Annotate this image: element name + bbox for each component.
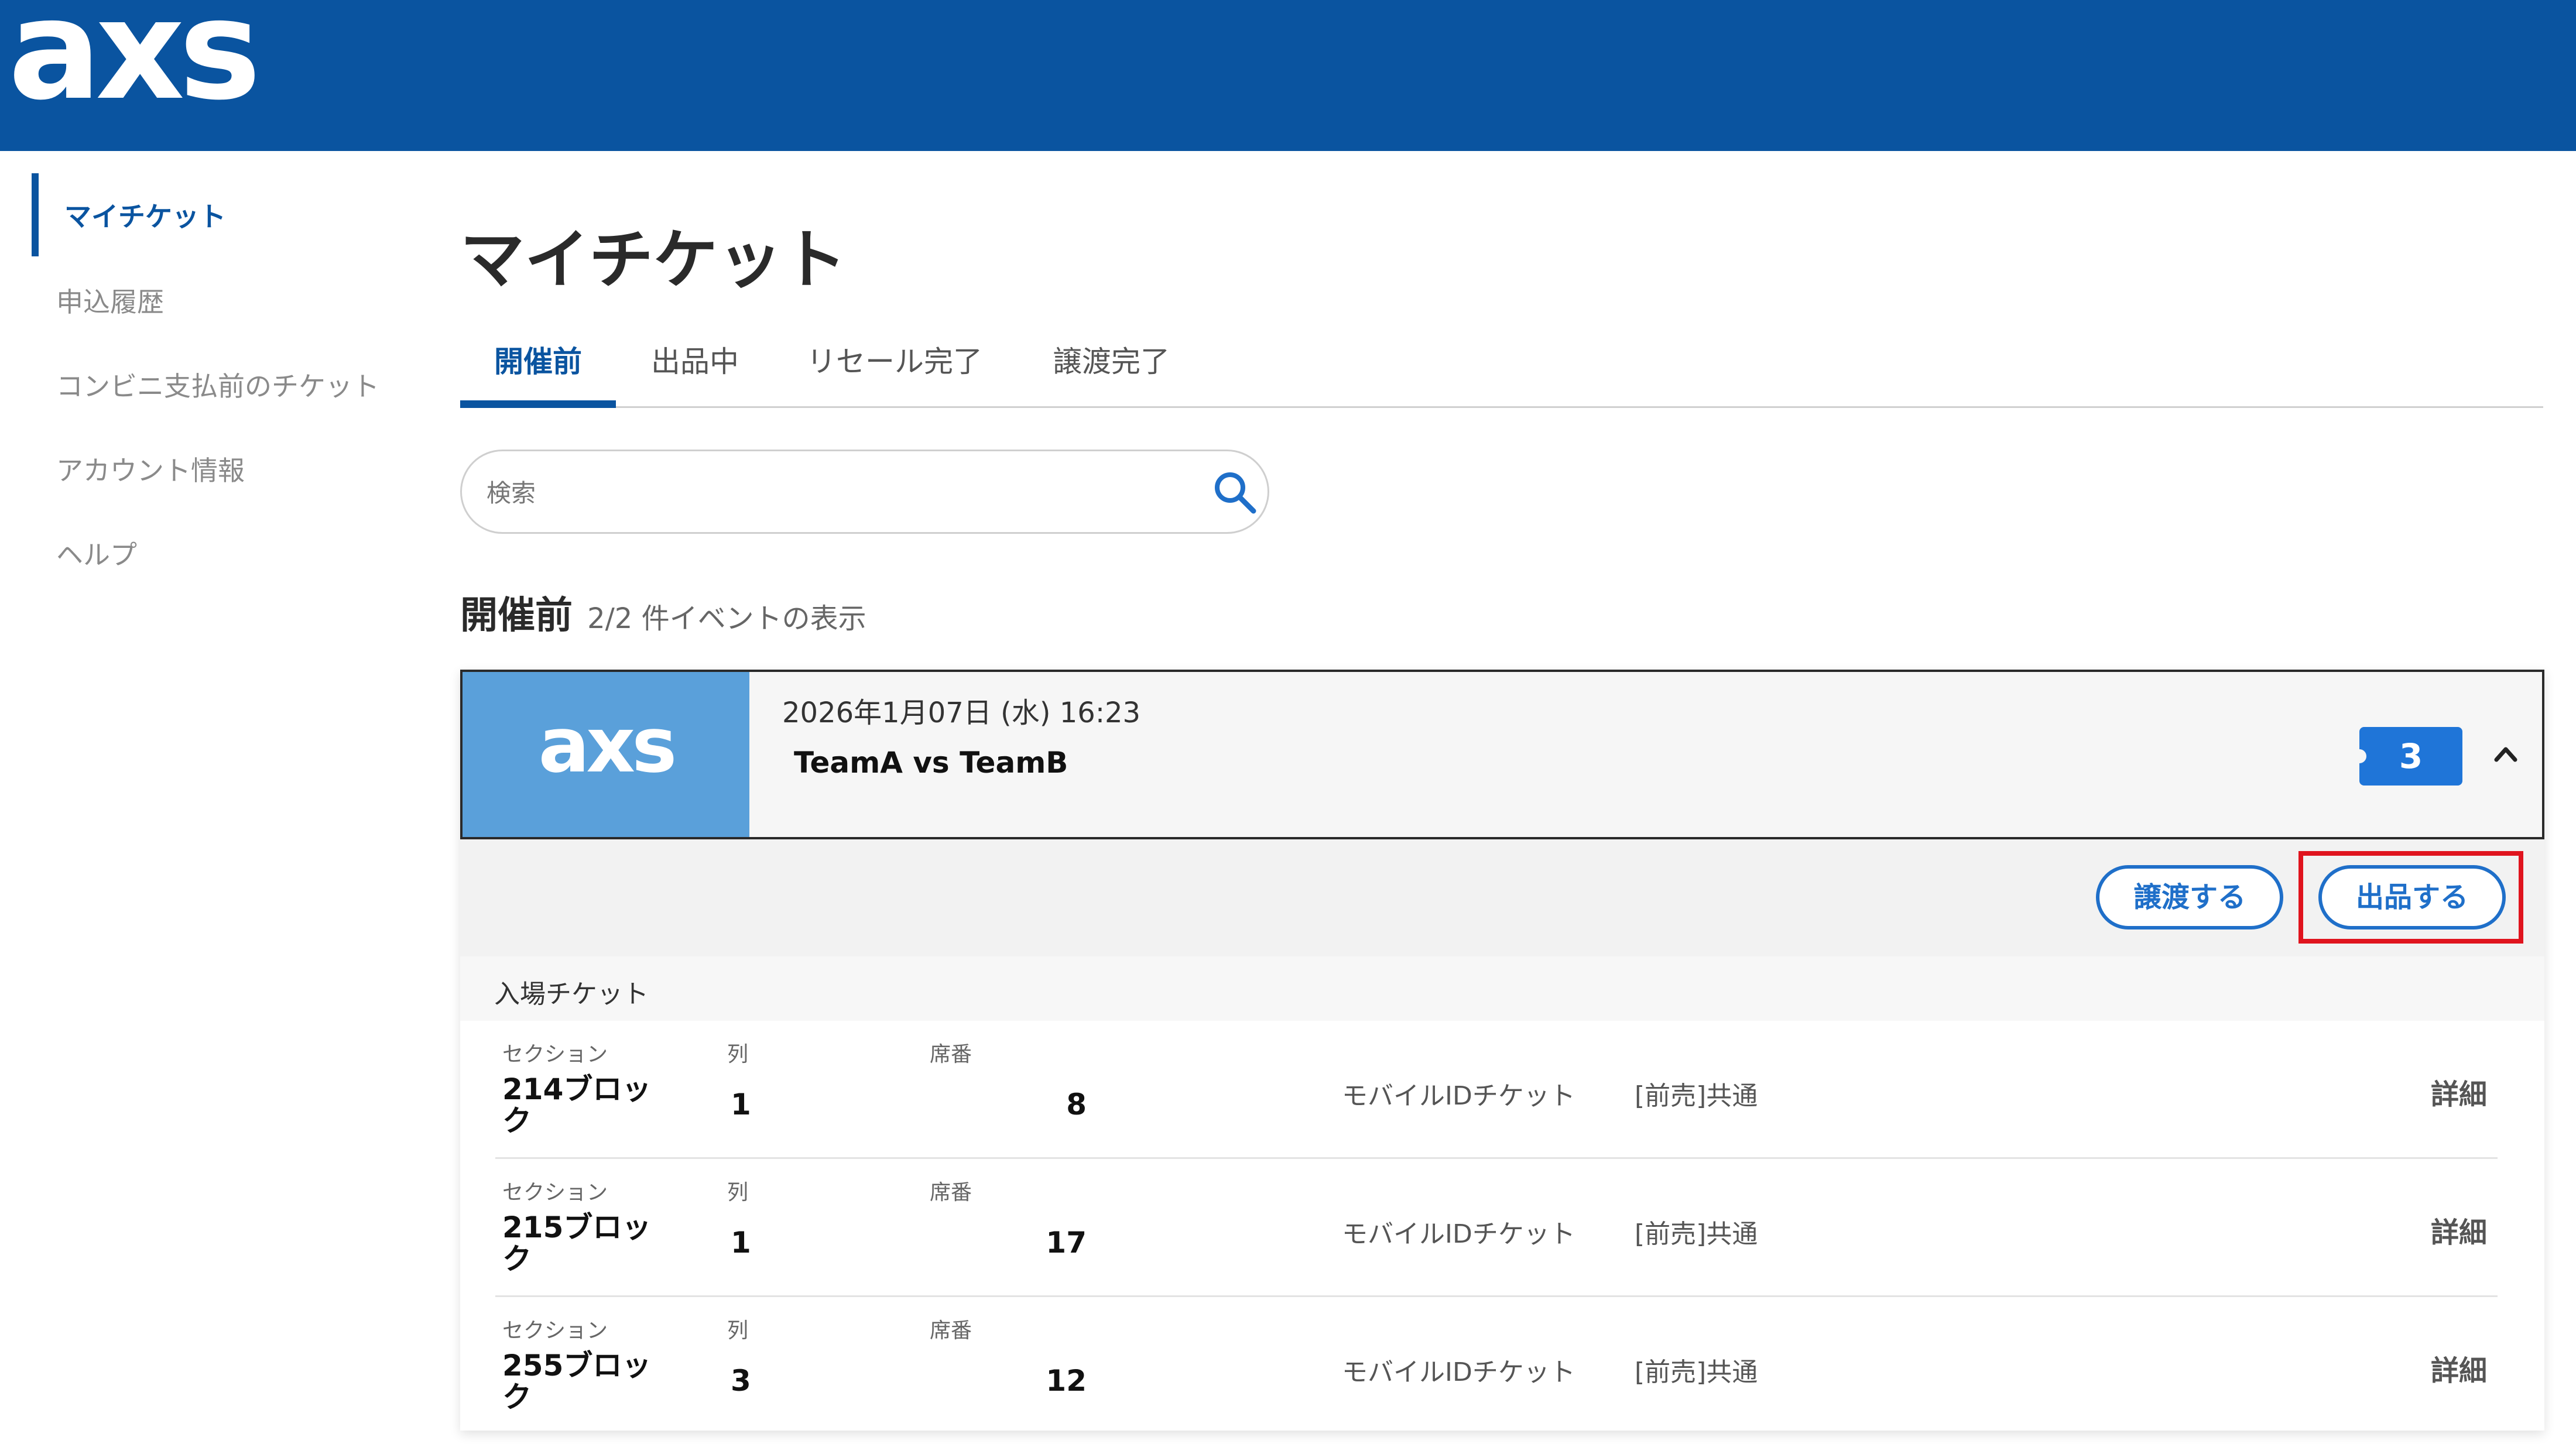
tab-listing[interactable]: 出品中: [651, 338, 739, 380]
search-icon[interactable]: [1211, 469, 1258, 516]
seat-label: 席番: [930, 1181, 972, 1205]
ticket-count-badge: 3: [2352, 727, 2462, 786]
sidebar-item-convenience-unpaid[interactable]: コンビニ支払前のチケット: [56, 365, 379, 404]
ticket-row: セクション 列 席番 214ブロック 1 8 モバイルIDチケット [前売]共通…: [460, 1021, 2544, 1159]
event-name: TeamA vs TeamB: [794, 746, 1068, 780]
ticket-row: セクション 列 席番 255ブロック 3 12 モバイルIDチケット [前売]共…: [460, 1297, 2544, 1435]
section-label: セクション: [502, 1042, 608, 1066]
section-value: 255ブロック: [502, 1349, 652, 1414]
section-title: 開催前: [460, 594, 573, 637]
event-count-text: 2/2 件イベントの表示: [587, 602, 866, 635]
search-box: [460, 450, 1269, 534]
top-bar: axs: [0, 0, 2576, 151]
seat-label: 席番: [930, 1042, 972, 1066]
ticket-row: セクション 列 席番 215ブロック 1 17 モバイルIDチケット [前売]共…: [460, 1159, 2544, 1297]
ticket-type: モバイルIDチケット: [1342, 1081, 1575, 1111]
admission-label: 入場チケット: [494, 979, 649, 1009]
transfer-button[interactable]: 譲渡する: [2096, 865, 2283, 929]
page-title: マイチケット: [460, 222, 847, 297]
search-input[interactable]: [485, 469, 1167, 517]
highlight-box: [2298, 851, 2523, 944]
event-card-header[interactable]: axs 2026年1月07日 (水) 16:23 TeamA vs TeamB …: [460, 670, 2544, 839]
row-label: 列: [727, 1319, 749, 1343]
sidebar: マイチケット 申込履歴 コンビニ支払前のチケット アカウント情報 ヘルプ: [0, 151, 433, 1444]
event-thumbnail: axs: [463, 672, 749, 837]
row-label: 列: [727, 1181, 749, 1205]
tab-resale-complete[interactable]: リセール完了: [807, 338, 982, 380]
sidebar-item-application-history[interactable]: 申込履歴: [56, 281, 164, 320]
sidebar-item-account-info[interactable]: アカウント情報: [56, 450, 245, 488]
section-label: セクション: [502, 1319, 608, 1343]
admission-header: 入場チケット: [460, 956, 2544, 1021]
detail-link[interactable]: 詳細: [2431, 1071, 2487, 1112]
tab-upcoming[interactable]: 開催前: [494, 338, 582, 380]
price-type: [前売]共通: [1635, 1357, 1758, 1387]
tab-bar: 開催前 出品中 リセール完了 譲渡完了: [460, 330, 2543, 408]
seat-value: 8: [1066, 1088, 1087, 1121]
event-date: 2026年1月07日 (水) 16:23: [782, 697, 1141, 729]
ticket-type: モバイルIDチケット: [1342, 1219, 1575, 1249]
seat-value: 12: [1046, 1364, 1087, 1398]
price-type: [前売]共通: [1635, 1219, 1758, 1249]
section-heading: 開催前 2/2 件イベントの表示: [460, 585, 866, 639]
section-value: 215ブロック: [502, 1210, 652, 1276]
detail-link[interactable]: 詳細: [2431, 1347, 2487, 1388]
row-value: 3: [731, 1364, 751, 1398]
sidebar-active-indicator: [32, 173, 39, 256]
axs-logo[interactable]: axs: [8, 0, 261, 119]
tab-active-underline: [460, 400, 616, 408]
tab-transfer-complete[interactable]: 譲渡完了: [1053, 338, 1170, 380]
chevron-up-icon[interactable]: [2488, 730, 2523, 777]
sidebar-item-my-tickets[interactable]: マイチケット: [64, 195, 226, 234]
section-label: セクション: [502, 1181, 608, 1205]
sidebar-item-help[interactable]: ヘルプ: [56, 534, 137, 572]
event-card: axs 2026年1月07日 (水) 16:23 TeamA vs TeamB …: [460, 670, 2544, 1431]
seat-label: 席番: [930, 1319, 972, 1343]
section-value: 214ブロック: [502, 1072, 652, 1138]
ticket-type: モバイルIDチケット: [1342, 1357, 1575, 1387]
seat-value: 17: [1046, 1226, 1087, 1260]
row-value: 1: [731, 1226, 751, 1260]
row-label: 列: [727, 1042, 749, 1066]
row-value: 1: [731, 1088, 751, 1121]
ticket-actions: 譲渡する 出品する: [460, 839, 2544, 956]
detail-link[interactable]: 詳細: [2431, 1209, 2487, 1250]
price-type: [前売]共通: [1635, 1081, 1758, 1111]
thumbnail-logo: axs: [538, 701, 677, 790]
